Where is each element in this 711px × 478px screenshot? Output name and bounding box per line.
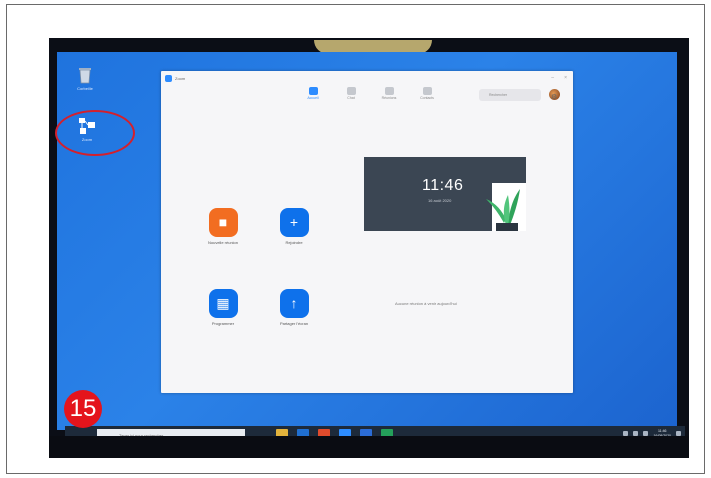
tab-meetings[interactable]: Réunions [377, 85, 401, 100]
highlight-circle [55, 110, 135, 156]
recycle-bin-label: Corbeille [77, 86, 93, 91]
minimize-icon[interactable]: – [551, 75, 554, 81]
clock-date: 16 août 2020 [428, 198, 452, 203]
zoom-titlebar: Zoom – × [161, 71, 573, 85]
tab-contacts[interactable]: Contacts [415, 85, 439, 100]
tab-home-label: Accueil [307, 96, 319, 100]
windows-desktop: Corbeille Zoom Zoom – × Accueil Chat Réu… [55, 52, 685, 444]
step-number-badge: 15 [64, 390, 102, 428]
zoom-logo-icon [165, 74, 172, 82]
close-icon[interactable]: × [564, 75, 567, 81]
gear-icon[interactable]: ⚙ [551, 93, 557, 101]
new-meeting-label: Nouvelle réunion [207, 240, 239, 245]
join-button[interactable]: + Rejoindre [272, 208, 316, 245]
monitor-bezel-bottom [49, 436, 689, 458]
share-screen-icon: ↑ [279, 289, 309, 318]
tab-contacts-label: Contacts [420, 96, 434, 100]
join-label: Rejoindre [285, 240, 303, 245]
search-input[interactable]: Rechercher [479, 89, 541, 101]
recycle-bin-icon [79, 68, 91, 84]
zoom-tabs: Accueil Chat Réunions Contacts [301, 85, 439, 100]
clock-icon [384, 87, 394, 95]
plant-illustration [486, 183, 526, 231]
no-meetings-text: Aucune réunion à venir aujourd'hui [395, 301, 457, 306]
schedule-label: Programmer [211, 321, 235, 326]
video-camera-icon: ■ [208, 208, 238, 237]
zoom-window: Zoom – × Accueil Chat Réunions Contacts … [161, 71, 573, 393]
share-screen-label: Partager l'écran [279, 321, 309, 326]
new-meeting-button[interactable]: ■ Nouvelle réunion [201, 208, 245, 245]
tab-chat-label: Chat [347, 96, 355, 100]
zoom-window-title: Zoom [175, 75, 186, 81]
plus-icon: + [279, 208, 309, 237]
tab-home[interactable]: Accueil [301, 85, 325, 100]
share-screen-button[interactable]: ↑ Partager l'écran [272, 289, 316, 326]
window-controls: – × [551, 75, 573, 81]
home-icon [308, 87, 318, 95]
chat-icon [346, 87, 356, 95]
contacts-icon [422, 87, 432, 95]
schedule-button[interactable]: ▦ Programmer [201, 289, 245, 326]
tab-chat[interactable]: Chat [339, 85, 363, 100]
calendar-icon: ▦ [208, 289, 238, 318]
monitor-photo: Corbeille Zoom Zoom – × Accueil Chat Réu… [49, 38, 689, 458]
clock-card: 11:46 16 août 2020 [364, 157, 526, 231]
recycle-bin-shortcut[interactable]: Corbeille [67, 66, 103, 91]
image-frame: Corbeille Zoom Zoom – × Accueil Chat Réu… [6, 4, 705, 474]
clock-time: 11:46 [422, 177, 464, 194]
zoom-navbar: Accueil Chat Réunions Contacts Recherche… [161, 85, 573, 111]
tab-meetings-label: Réunions [381, 96, 397, 100]
